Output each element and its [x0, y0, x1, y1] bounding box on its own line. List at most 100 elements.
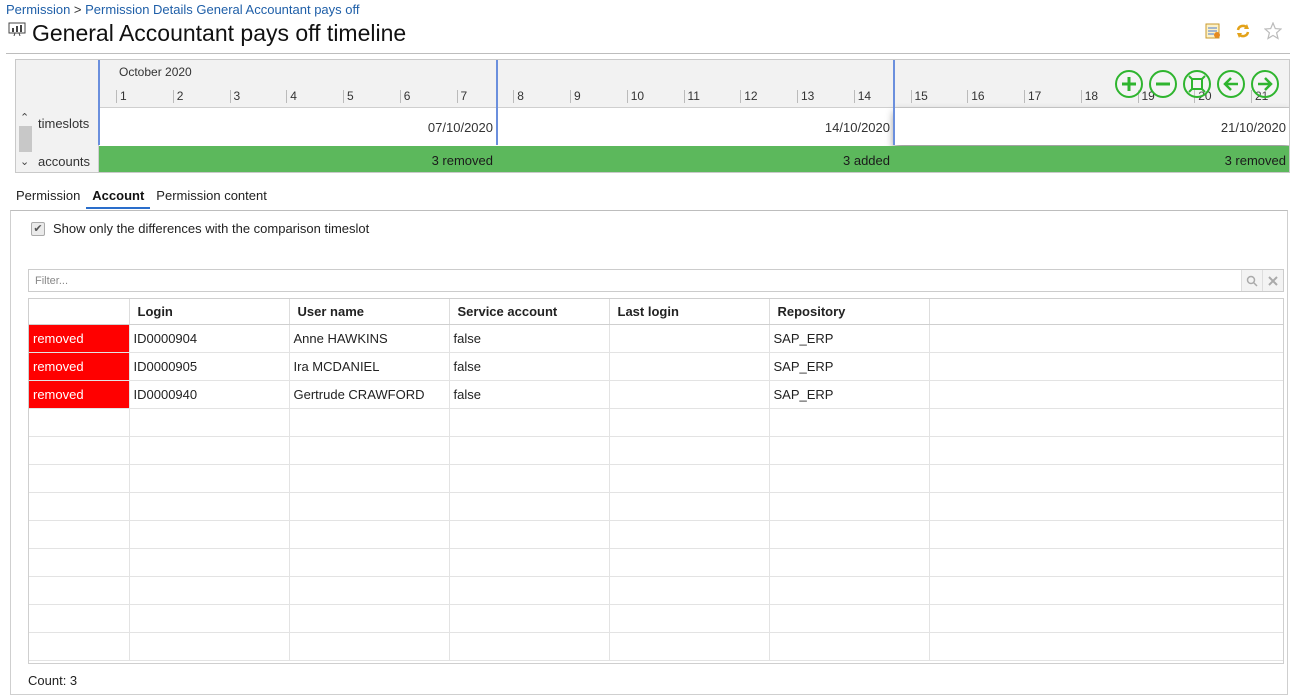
clear-icon[interactable]: [1262, 270, 1283, 291]
chart-icon: [8, 22, 26, 36]
timeline-day-label: 14: [853, 89, 872, 103]
empty-cell: [769, 408, 930, 437]
timeline-row-labels: ⌃ ⌄ timeslots accounts: [16, 60, 99, 172]
empty-cell: [29, 408, 130, 437]
empty-cell: [609, 408, 770, 437]
column-header-login[interactable]: Login: [129, 299, 290, 325]
empty-cell: [129, 632, 290, 661]
show-differences-checkbox[interactable]: ✔: [31, 221, 45, 236]
timeslot-1[interactable]: 07/10/2020: [99, 108, 497, 145]
timeslots-row: 07/10/2020 14/10/2020 21/10/2020: [99, 108, 1289, 145]
empty-cell: [449, 632, 610, 661]
empty-cell: [929, 520, 1283, 549]
breadcrumb-current[interactable]: Permission Details General Accountant pa…: [85, 2, 359, 17]
header-toolbar: [1204, 21, 1283, 40]
refresh-icon[interactable]: [1234, 22, 1252, 40]
tab-account[interactable]: Account: [86, 188, 151, 209]
empty-cell: [129, 492, 290, 521]
timeslot-boundary: [98, 60, 100, 145]
empty-cell: [929, 604, 1283, 633]
empty-cell: [609, 492, 770, 521]
empty-cell: [929, 464, 1283, 493]
table-row[interactable]: removed ID0000905 Ira MCDANIEL false SAP…: [29, 352, 1283, 381]
column-header-repository[interactable]: Repository: [769, 299, 930, 325]
breadcrumb-link-permission[interactable]: Permission: [6, 2, 70, 17]
empty-cell: [289, 436, 450, 465]
timeline-day-label: 17: [1023, 89, 1042, 103]
table-row-empty: [29, 632, 1283, 661]
scroll-up-icon[interactable]: ⌃: [20, 111, 29, 124]
show-differences-label[interactable]: Show only the differences with the compa…: [53, 221, 369, 236]
show-differences-option: ✔ Show only the differences with the com…: [31, 221, 369, 236]
table-row-empty: [29, 548, 1283, 577]
empty-cell: [129, 576, 290, 605]
cell-service-account: false: [449, 352, 610, 381]
empty-cell: [29, 436, 130, 465]
empty-cell: [129, 464, 290, 493]
timeline-scrollbar[interactable]: [19, 126, 32, 152]
table-row-empty: [29, 436, 1283, 465]
empty-cell: [129, 436, 290, 465]
empty-cell: [449, 464, 610, 493]
scroll-down-icon[interactable]: ⌄: [20, 155, 29, 168]
empty-cell: [769, 464, 930, 493]
timeline-day-label: 2: [172, 89, 184, 103]
accounts-change-1[interactable]: 3 removed: [99, 146, 497, 172]
table-row-empty: [29, 520, 1283, 549]
column-header-last-login[interactable]: Last login: [609, 299, 770, 325]
timeslot-boundary: [893, 60, 895, 145]
star-icon[interactable]: [1263, 21, 1283, 40]
filter-buttons: [1241, 270, 1283, 291]
next-icon[interactable]: [1251, 70, 1279, 98]
timeslot-date: 14/10/2020: [824, 120, 890, 135]
empty-cell: [129, 408, 290, 437]
search-icon[interactable]: [1241, 270, 1262, 291]
row-count: Count: 3: [28, 673, 78, 688]
cell-user-name: Anne HAWKINS: [289, 324, 450, 353]
accounts-change-2[interactable]: 3 added: [497, 146, 894, 172]
column-header-user-name[interactable]: User name: [289, 299, 450, 325]
tab-permission[interactable]: Permission: [10, 188, 86, 209]
empty-cell: [609, 464, 770, 493]
cell-login: ID0000940: [129, 380, 290, 409]
empty-cell: [289, 408, 450, 437]
accounts-row: 3 removed 3 added 3 removed: [99, 146, 1289, 172]
cell-repository: SAP_ERP: [769, 352, 930, 381]
table-row[interactable]: removed ID0000904 Anne HAWKINS false SAP…: [29, 324, 1283, 353]
empty-cell: [929, 548, 1283, 577]
empty-cell: [129, 520, 290, 549]
empty-cell: [289, 520, 450, 549]
timeline-row-label-timeslots: timeslots: [38, 116, 90, 131]
empty-cell: [289, 604, 450, 633]
empty-cell: [769, 520, 930, 549]
timeline-header: October 2020 1 2 3 4 5 6 7 8 9 10 11 12 13 14 15 16 17 18…: [16, 60, 1289, 108]
column-header-service-account[interactable]: Service account: [449, 299, 610, 325]
empty-cell: [609, 632, 770, 661]
column-header-status[interactable]: [29, 299, 130, 325]
timeline-day-label: 10: [626, 89, 645, 103]
previous-icon[interactable]: [1217, 70, 1245, 98]
timeline-day-label: 11: [683, 89, 700, 103]
tab-permission-content[interactable]: Permission content: [150, 188, 273, 209]
filter-input[interactable]: [29, 270, 1229, 291]
zoom-out-icon[interactable]: [1149, 70, 1177, 98]
empty-cell: [449, 436, 610, 465]
fit-icon[interactable]: [1183, 70, 1211, 98]
timeline-row-label-accounts: accounts: [38, 154, 91, 169]
table-row-empty: [29, 408, 1283, 437]
cell-service-account: false: [449, 324, 610, 353]
empty-cell: [609, 520, 770, 549]
report-icon[interactable]: [1204, 22, 1222, 40]
timeslot-3-selected[interactable]: 21/10/2020: [894, 108, 1289, 145]
empty-cell: [769, 436, 930, 465]
empty-cell: [29, 632, 130, 661]
accounts-change-3[interactable]: 3 removed: [894, 146, 1289, 172]
empty-cell: [29, 548, 130, 577]
timeslot-boundary: [496, 60, 498, 145]
table-row[interactable]: removed ID0000940 Gertrude CRAWFORD fals…: [29, 380, 1283, 409]
timeslot-2[interactable]: 14/10/2020: [497, 108, 894, 145]
timeline-day-label: 7: [456, 89, 468, 103]
zoom-in-icon[interactable]: [1115, 70, 1143, 98]
empty-cell: [449, 576, 610, 605]
cell-last-login: [609, 380, 770, 409]
